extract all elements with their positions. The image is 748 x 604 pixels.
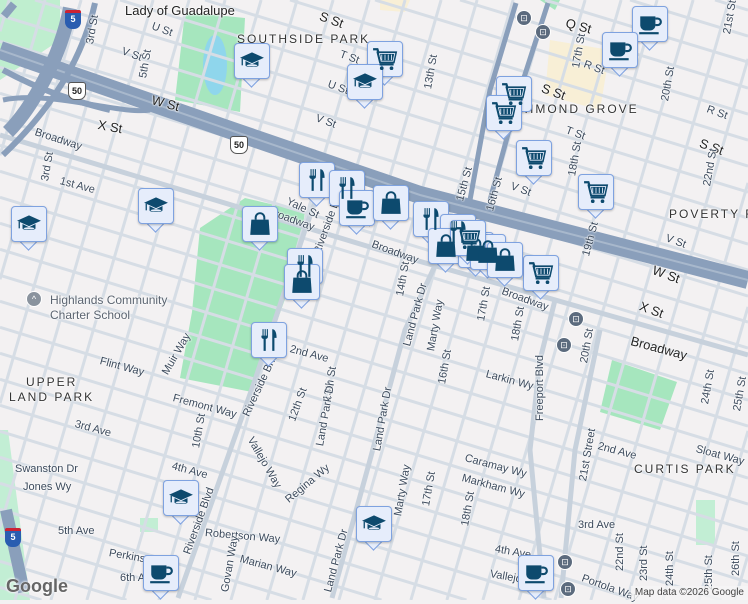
bag-icon — [492, 247, 518, 273]
cafe-marker[interactable] — [143, 555, 179, 600]
marker-box — [578, 174, 614, 210]
restaurant-icon — [304, 167, 330, 193]
shop-marker[interactable] — [242, 206, 278, 251]
cafe-marker[interactable] — [518, 555, 554, 600]
marker-box — [602, 32, 638, 68]
map-attribution[interactable]: Map data ©2026 Google — [630, 586, 748, 600]
us-50-shield: 50 — [68, 82, 86, 100]
school-marker[interactable] — [234, 43, 270, 88]
cafe-icon — [637, 11, 663, 37]
grocery-marker[interactable] — [486, 95, 522, 140]
street-label: POVERTY R — [669, 207, 748, 221]
marker-box — [339, 190, 375, 226]
school-marker[interactable] — [347, 64, 383, 109]
school-marker[interactable] — [356, 506, 392, 551]
school-icon — [239, 48, 265, 74]
cafe-marker[interactable] — [339, 190, 375, 235]
street-label: Highlands Community — [50, 293, 168, 307]
google-logo: Google — [6, 576, 68, 596]
cafe-marker[interactable] — [602, 32, 638, 77]
school-icon — [361, 511, 387, 537]
marker-box — [242, 206, 278, 242]
us-50-shield: 50 — [230, 136, 248, 154]
school-icon — [168, 485, 194, 511]
marker-box — [11, 206, 47, 242]
cart-icon — [491, 100, 517, 126]
grocery-marker[interactable] — [523, 255, 559, 300]
school-marker[interactable] — [163, 480, 199, 525]
school-marker[interactable] — [11, 206, 47, 251]
transit-station-icon[interactable]: ⊡ — [556, 337, 572, 353]
school-icon — [352, 69, 378, 95]
school-icon — [143, 193, 169, 219]
marker-box — [450, 220, 486, 256]
shop-marker[interactable] — [487, 242, 523, 287]
street-label: CURTIS PARK — [634, 462, 736, 476]
cart-icon — [521, 145, 547, 171]
marker-box — [234, 43, 270, 79]
restaurant-marker[interactable] — [251, 322, 287, 367]
marker-box — [373, 185, 409, 221]
marker-box — [518, 555, 554, 591]
marker-box — [251, 322, 287, 358]
marker-box — [163, 480, 199, 516]
cart-icon — [455, 225, 481, 251]
marker-box — [299, 162, 335, 198]
park — [696, 500, 715, 545]
street-label: Jones Wy — [23, 481, 72, 493]
marker-box — [356, 506, 392, 542]
marker-box — [486, 95, 522, 131]
marker-box — [632, 6, 668, 42]
street-label: Freeport Blvd — [534, 354, 546, 421]
grocery-marker[interactable] — [578, 174, 614, 219]
cart-icon — [528, 260, 554, 286]
street-label: Swanston Dr — [15, 463, 78, 475]
street-label: 5th Ave — [58, 525, 95, 537]
street-label: Lady of Guadalupe — [125, 3, 235, 18]
street-label: 23rd St — [638, 545, 650, 581]
bag-icon — [378, 190, 404, 216]
transit-station-icon[interactable]: ⊡ — [516, 10, 532, 26]
bag-icon — [247, 211, 273, 237]
street-label: Charter School — [50, 308, 131, 322]
transit-station-icon[interactable]: ⊡ — [568, 311, 584, 327]
street-label: 24th St — [664, 551, 676, 586]
marker-box — [516, 140, 552, 176]
interstate-5-shield: 5 — [5, 528, 21, 547]
cafe-icon — [344, 195, 370, 221]
street-label: 22nd St — [614, 533, 626, 571]
marker-box — [284, 264, 320, 300]
grocery-marker[interactable] — [516, 140, 552, 185]
restaurant-icon — [418, 206, 444, 232]
school-icon — [16, 211, 42, 237]
marker-box — [487, 242, 523, 278]
marker-box — [523, 255, 559, 291]
transit-station-icon[interactable]: ⊡ — [535, 24, 551, 40]
cafe-icon — [523, 560, 549, 586]
marker-box — [347, 64, 383, 100]
transit-station-icon[interactable]: ⊡ — [557, 554, 573, 570]
restaurant-icon — [256, 327, 282, 353]
bag-icon — [289, 269, 315, 295]
shop-marker[interactable] — [284, 264, 320, 309]
street-label: 3rd Ave — [578, 519, 616, 531]
cafe-icon — [148, 560, 174, 586]
marker-box — [143, 555, 179, 591]
street-label: 26th St — [730, 541, 742, 576]
cafe-icon — [607, 37, 633, 63]
cart-icon — [583, 179, 609, 205]
marker-box — [138, 188, 174, 224]
marker-box — [413, 201, 449, 237]
street-label: 25th St — [703, 555, 715, 590]
street-label: LAND PARK — [9, 390, 95, 404]
transit-station-icon[interactable]: ⊡ — [560, 581, 576, 597]
street-label: UPPER — [26, 375, 78, 389]
school-poi-icon[interactable]: ^ — [26, 291, 42, 307]
interstate-5-shield: 5 — [65, 10, 81, 29]
shop-marker[interactable] — [373, 185, 409, 230]
school-marker[interactable] — [138, 188, 174, 233]
